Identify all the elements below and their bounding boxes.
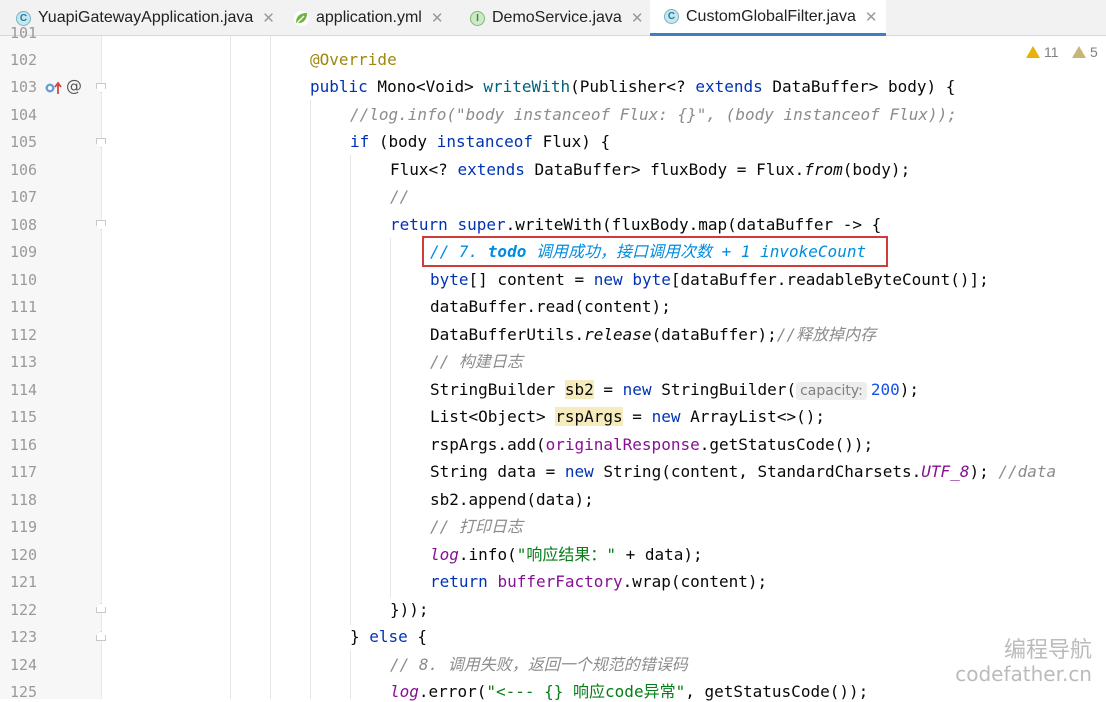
code-line-112: DataBufferUtils.release(dataBuffer);//释放… <box>430 325 877 344</box>
line-number: 105 <box>10 133 38 151</box>
line-number: 118 <box>10 491 38 509</box>
line-number: 119 <box>10 518 38 536</box>
line-number: 101 <box>10 24 38 42</box>
indent-guide <box>390 238 391 598</box>
parameter-hint: capacity: <box>796 382 867 400</box>
code-line-115: List<Object> rspArgs = new ArrayList<>()… <box>430 407 825 426</box>
close-icon[interactable]: ✕ <box>431 9 444 27</box>
code-line-108: return super.writeWith(fluxBody.map(data… <box>390 215 882 234</box>
line-number: 111 <box>10 298 38 316</box>
indent-guide <box>350 155 351 625</box>
line-number: 103 <box>10 78 38 96</box>
code-line-125: log.error("<--- {} 响应code异常", getStatusC… <box>390 682 869 701</box>
line-number: 123 <box>10 628 38 646</box>
close-icon[interactable]: ✕ <box>262 9 275 27</box>
code-line-111: dataBuffer.read(content); <box>430 297 671 316</box>
code-line-102: @Override <box>310 50 397 69</box>
tab-demo-service[interactable]: I DemoService.java ✕ <box>460 0 650 36</box>
code-line-104: //log.info("body instanceof Flux: {}", (… <box>350 105 957 124</box>
code-line-107: // <box>390 187 410 206</box>
code-line-103: public Mono<Void> writeWith(Publisher<? … <box>310 77 956 96</box>
line-number: 107 <box>10 188 38 206</box>
code-line-118: sb2.append(data); <box>430 490 594 509</box>
line-number: 114 <box>10 381 38 399</box>
line-number: 104 <box>10 106 38 124</box>
line-number: 125 <box>10 683 38 701</box>
watermark-url: codefather.cn <box>955 662 1092 686</box>
code-line-116: rspArgs.add(originalResponse.getStatusCo… <box>430 435 874 454</box>
gutter-divider <box>101 36 102 699</box>
tab-label: CustomGlobalFilter.java <box>686 7 856 25</box>
line-number: 113 <box>10 353 38 371</box>
tab-yuapi-gateway-application[interactable]: C YuapiGatewayApplication.java ✕ <box>6 0 284 36</box>
watermark-title: 编程导航 <box>1003 638 1092 663</box>
spring-yaml-icon <box>294 10 309 26</box>
code-line-110: byte[] content = new byte[dataBuffer.rea… <box>430 270 989 289</box>
code-line-117: String data = new String(content, Standa… <box>430 462 1057 481</box>
code-line-114: StringBuilder sb2 = new StringBuilder(ca… <box>430 380 920 400</box>
line-number: 108 <box>10 216 38 234</box>
class-icon: C <box>664 9 679 24</box>
code-line-124: // 8. 调用失败，返回一个规范的错误码 <box>390 655 688 674</box>
warning-icon <box>1026 46 1040 58</box>
line-number: 116 <box>10 436 38 454</box>
code-line-119: // 打印日志 <box>430 517 523 536</box>
editor-tab-bar: C YuapiGatewayApplication.java ✕ applica… <box>0 0 1106 36</box>
line-number: 106 <box>10 161 38 179</box>
code-line-106: Flux<? extends DataBuffer> fluxBody = Fl… <box>390 160 911 179</box>
close-icon[interactable]: ✕ <box>865 8 878 26</box>
code-line-121: return bufferFactory.wrap(content); <box>430 572 768 591</box>
line-number: 121 <box>10 573 38 591</box>
code-line-123: } else { <box>350 627 428 646</box>
code-line-113: // 构建日志 <box>430 352 523 371</box>
tab-label: YuapiGatewayApplication.java <box>38 9 254 26</box>
code-line-105: if (body instanceof Flux) { <box>350 132 611 151</box>
line-number: 124 <box>10 656 38 674</box>
todo-highlight-box <box>422 236 888 267</box>
indent-guide <box>230 36 231 699</box>
tab-label: application.yml <box>316 9 422 26</box>
annotation-marker-icon[interactable]: @ <box>66 76 82 95</box>
tab-application-yml[interactable]: application.yml ✕ <box>284 0 460 36</box>
line-number: 102 <box>10 51 38 69</box>
tab-label: DemoService.java <box>492 9 622 26</box>
line-number: 110 <box>10 271 38 289</box>
line-number: 122 <box>10 601 38 619</box>
line-number: 112 <box>10 326 38 344</box>
tab-custom-global-filter[interactable]: C CustomGlobalFilter.java ✕ <box>650 0 886 36</box>
line-number: 120 <box>10 546 38 564</box>
line-number: 109 <box>10 243 38 261</box>
code-line-120: log.info("响应结果：" + data); <box>430 545 703 564</box>
indent-guide <box>350 650 351 699</box>
inspection-warnings[interactable]: 11 <box>1026 44 1059 60</box>
indent-guide <box>310 100 311 699</box>
close-icon[interactable]: ✕ <box>631 9 644 27</box>
code-line-122: })); <box>390 600 429 619</box>
inspection-weak-warnings[interactable]: 5 <box>1072 44 1098 60</box>
line-number: 117 <box>10 463 38 481</box>
line-number: 115 <box>10 408 38 426</box>
weak-warning-icon <box>1072 46 1086 58</box>
indent-guide <box>270 36 271 699</box>
interface-icon: I <box>470 10 485 26</box>
